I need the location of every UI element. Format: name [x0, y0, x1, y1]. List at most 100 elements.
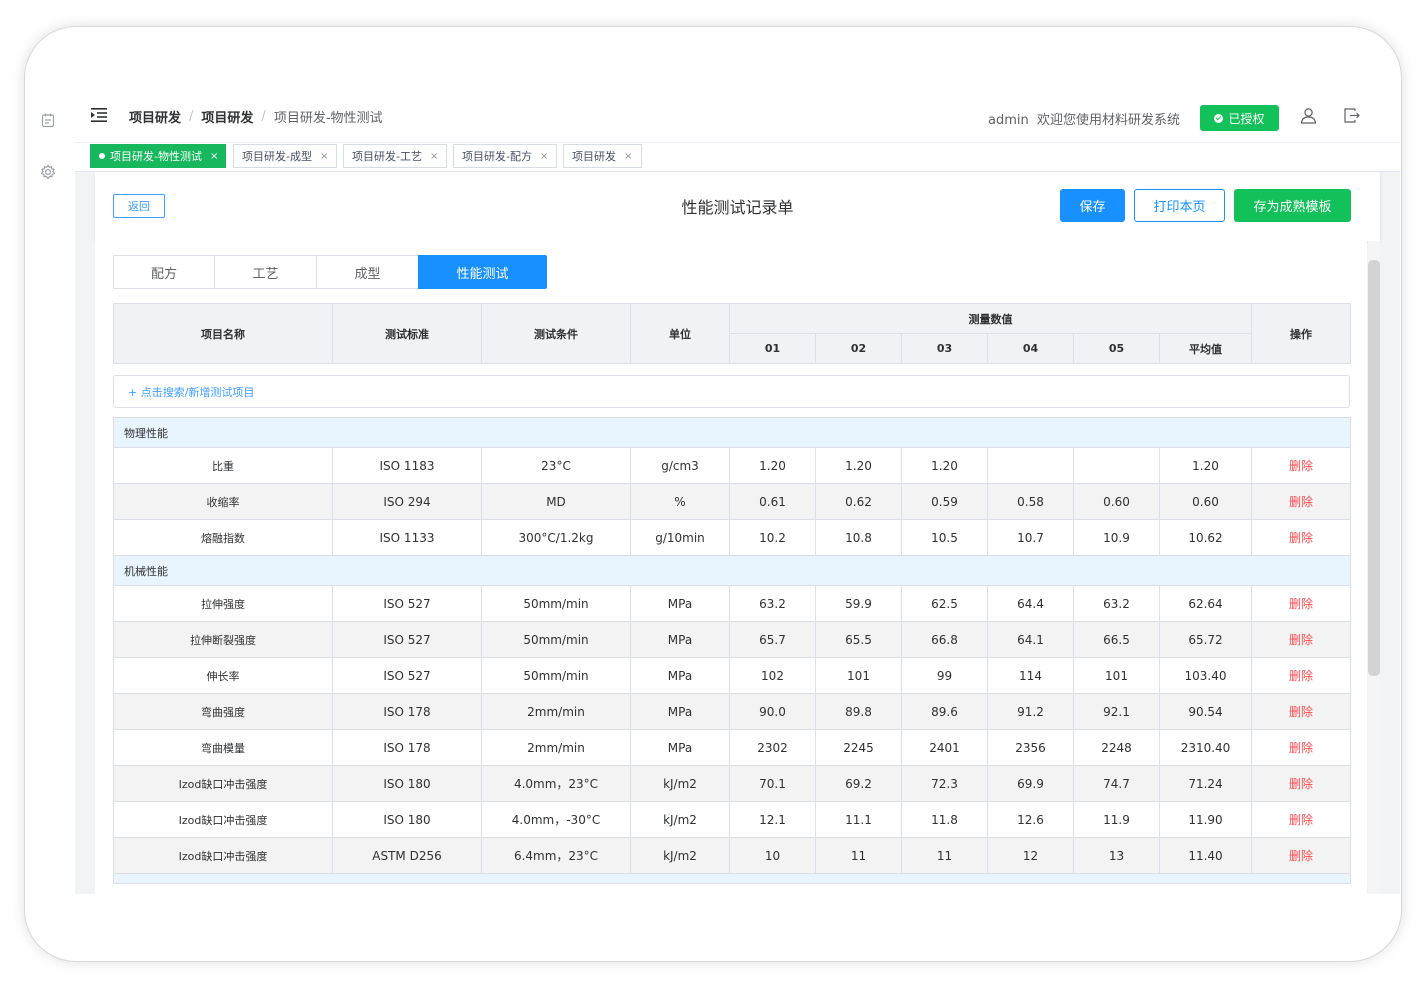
cell-measurement[interactable]: 2356: [987, 729, 1074, 766]
cell-measurement[interactable]: 12.6: [987, 801, 1074, 838]
print-button[interactable]: 打印本页: [1134, 189, 1225, 222]
section-tabs: 配方 工艺 成型 性能测试: [113, 255, 547, 289]
cell-measurement[interactable]: 114: [987, 657, 1074, 694]
delete-button[interactable]: 删除: [1251, 621, 1351, 658]
cell-measurement[interactable]: 74.7: [1073, 765, 1160, 802]
cell-measurement[interactable]: 0.60: [1073, 483, 1160, 520]
cell-measurement[interactable]: 2302: [729, 729, 816, 766]
cell-measurement[interactable]: 10.7: [987, 519, 1074, 556]
cell-measurement[interactable]: 11.8: [901, 801, 988, 838]
scrollbar-thumb[interactable]: [1368, 260, 1380, 676]
cell-average: 71.24: [1159, 765, 1252, 802]
tab-performance-test[interactable]: 性能测试: [418, 255, 547, 289]
add-test-item-button[interactable]: + 点击搜索/新增测试项目: [113, 375, 1350, 408]
cell-measurement[interactable]: 2401: [901, 729, 988, 766]
cell-measurement[interactable]: 69.2: [815, 765, 902, 802]
cell-measurement[interactable]: 11.9: [1073, 801, 1160, 838]
save-button[interactable]: 保存: [1060, 189, 1125, 222]
tab-formula[interactable]: 配方: [113, 255, 215, 289]
logout-icon[interactable]: [1343, 107, 1360, 124]
delete-button[interactable]: 删除: [1251, 765, 1351, 802]
cell-measurement[interactable]: 0.58: [987, 483, 1074, 520]
cell-measurement[interactable]: 89.6: [901, 693, 988, 730]
cell-unit: g/cm3: [630, 447, 730, 484]
breadcrumb-item[interactable]: 项目研发: [201, 107, 253, 126]
delete-button[interactable]: 删除: [1251, 837, 1351, 874]
delete-button[interactable]: 删除: [1251, 519, 1351, 556]
cell-measurement[interactable]: 11: [815, 837, 902, 874]
tag-project[interactable]: 项目研发 ×: [563, 144, 642, 168]
cell-measurement[interactable]: 64.1: [987, 621, 1074, 658]
cell-measurement[interactable]: 101: [815, 657, 902, 694]
cell-measurement[interactable]: 2248: [1073, 729, 1160, 766]
menu-fold-icon[interactable]: [91, 108, 107, 122]
tab-process[interactable]: 工艺: [214, 255, 317, 289]
delete-button[interactable]: 删除: [1251, 801, 1351, 838]
tag-formula[interactable]: 项目研发-配方 ×: [453, 144, 557, 168]
delete-button[interactable]: 删除: [1251, 729, 1351, 766]
cell-measurement[interactable]: 92.1: [1073, 693, 1160, 730]
cell-measurement[interactable]: 66.8: [901, 621, 988, 658]
tag-physical-test[interactable]: 项目研发-物性测试 ×: [90, 144, 226, 168]
cell-measurement[interactable]: 102: [729, 657, 816, 694]
cell-measurement[interactable]: 11: [901, 837, 988, 874]
cell-item-name: 弯曲模量: [113, 729, 333, 766]
cell-measurement[interactable]: 63.2: [1073, 585, 1160, 622]
cell-measurement[interactable]: 10: [729, 837, 816, 874]
cell-measurement[interactable]: 99: [901, 657, 988, 694]
close-icon[interactable]: ×: [430, 151, 438, 162]
cell-measurement[interactable]: 101: [1073, 657, 1160, 694]
cell-measurement[interactable]: 1.20: [901, 447, 988, 484]
cell-measurement[interactable]: 13: [1073, 837, 1160, 874]
cell-measurement[interactable]: 72.3: [901, 765, 988, 802]
user-icon[interactable]: [1300, 107, 1317, 124]
cell-measurement[interactable]: 59.9: [815, 585, 902, 622]
cell-measurement[interactable]: 69.9: [987, 765, 1074, 802]
cell-measurement[interactable]: 0.62: [815, 483, 902, 520]
delete-button[interactable]: 删除: [1251, 657, 1351, 694]
close-icon[interactable]: ×: [210, 151, 218, 162]
cell-measurement[interactable]: 10.5: [901, 519, 988, 556]
cell-measurement[interactable]: 10.2: [729, 519, 816, 556]
cell-measurement[interactable]: 0.61: [729, 483, 816, 520]
close-icon[interactable]: ×: [624, 151, 632, 162]
cell-measurement[interactable]: 0.59: [901, 483, 988, 520]
delete-button[interactable]: 删除: [1251, 693, 1351, 730]
back-button[interactable]: 返回: [113, 194, 165, 218]
cell-measurement[interactable]: 1.20: [729, 447, 816, 484]
cell-measurement[interactable]: 1.20: [815, 447, 902, 484]
close-icon[interactable]: ×: [320, 151, 328, 162]
cell-measurement[interactable]: 2245: [815, 729, 902, 766]
cell-unit: kJ/m2: [630, 837, 730, 874]
cell-measurement[interactable]: 70.1: [729, 765, 816, 802]
cell-measurement[interactable]: 89.8: [815, 693, 902, 730]
breadcrumb-item[interactable]: 项目研发: [129, 107, 181, 126]
settings-icon[interactable]: [40, 164, 56, 180]
tag-process[interactable]: 项目研发-工艺 ×: [343, 144, 447, 168]
scrollbar[interactable]: [1368, 241, 1380, 894]
cell-measurement[interactable]: 64.4: [987, 585, 1074, 622]
close-icon[interactable]: ×: [540, 151, 548, 162]
delete-button[interactable]: 删除: [1251, 585, 1351, 622]
cell-measurement[interactable]: 10.8: [815, 519, 902, 556]
cell-measurement[interactable]: 66.5: [1073, 621, 1160, 658]
save-as-template-button[interactable]: 存为成熟模板: [1234, 189, 1351, 222]
cell-measurement[interactable]: [1073, 447, 1160, 484]
delete-button[interactable]: 删除: [1251, 447, 1351, 484]
cell-measurement[interactable]: 90.0: [729, 693, 816, 730]
cell-measurement[interactable]: 62.5: [901, 585, 988, 622]
cell-measurement[interactable]: 12.1: [729, 801, 816, 838]
cell-measurement[interactable]: [987, 447, 1074, 484]
tab-molding[interactable]: 成型: [316, 255, 419, 289]
clipboard-icon[interactable]: [40, 112, 56, 128]
tag-molding[interactable]: 项目研发-成型 ×: [233, 144, 337, 168]
cell-measurement[interactable]: 11.1: [815, 801, 902, 838]
cell-measurement[interactable]: 65.7: [729, 621, 816, 658]
delete-button[interactable]: 删除: [1251, 483, 1351, 520]
cell-measurement[interactable]: 10.9: [1073, 519, 1160, 556]
cell-measurement[interactable]: 63.2: [729, 585, 816, 622]
cell-measurement[interactable]: 91.2: [987, 693, 1074, 730]
cell-measurement[interactable]: 65.5: [815, 621, 902, 658]
cell-condition: 23°C: [481, 447, 631, 484]
cell-measurement[interactable]: 12: [987, 837, 1074, 874]
